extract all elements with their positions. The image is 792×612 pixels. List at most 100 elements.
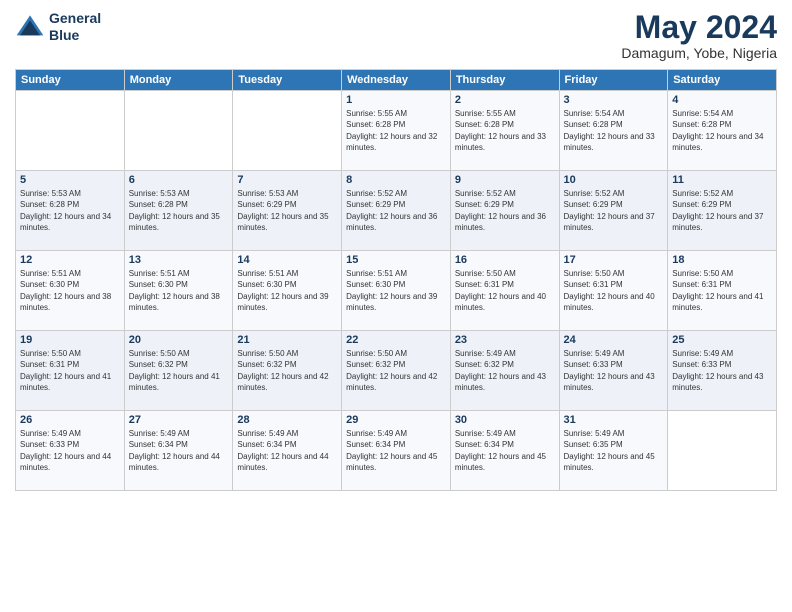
logo-line1: General bbox=[49, 10, 101, 27]
header-row: SundayMondayTuesdayWednesdayThursdayFrid… bbox=[16, 70, 777, 91]
day-number: 7 bbox=[237, 174, 337, 186]
calendar-body: 1 Sunrise: 5:55 AMSunset: 6:28 PMDaylight… bbox=[16, 91, 777, 491]
day-number: 14 bbox=[237, 254, 337, 266]
day-number: 19 bbox=[20, 334, 120, 346]
week-row-5: 26 Sunrise: 5:49 AMSunset: 6:33 PMDayligh… bbox=[16, 411, 777, 491]
calendar: SundayMondayTuesdayWednesdayThursdayFrid… bbox=[15, 69, 777, 491]
day-number: 22 bbox=[346, 334, 446, 346]
header: General Blue May 2024 Damagum, Yobe, Nig… bbox=[15, 10, 777, 61]
cell-info: Sunrise: 5:50 AMSunset: 6:31 PMDaylight:… bbox=[20, 348, 120, 393]
day-number: 1 bbox=[346, 94, 446, 106]
cell-info: Sunrise: 5:55 AMSunset: 6:28 PMDaylight:… bbox=[346, 108, 446, 153]
day-cell: 1 Sunrise: 5:55 AMSunset: 6:28 PMDaylight… bbox=[342, 91, 451, 171]
day-cell: 14 Sunrise: 5:51 AMSunset: 6:30 PMDayligh… bbox=[233, 251, 342, 331]
day-number: 3 bbox=[564, 94, 664, 106]
cell-info: Sunrise: 5:49 AMSunset: 6:34 PMDaylight:… bbox=[346, 428, 446, 473]
day-number: 21 bbox=[237, 334, 337, 346]
day-cell: 27 Sunrise: 5:49 AMSunset: 6:34 PMDayligh… bbox=[124, 411, 233, 491]
cell-info: Sunrise: 5:53 AMSunset: 6:28 PMDaylight:… bbox=[20, 188, 120, 233]
day-number: 29 bbox=[346, 414, 446, 426]
day-number: 26 bbox=[20, 414, 120, 426]
day-number: 9 bbox=[455, 174, 555, 186]
logo-line2: Blue bbox=[49, 27, 101, 44]
title-block: May 2024 Damagum, Yobe, Nigeria bbox=[621, 10, 777, 61]
col-header-wednesday: Wednesday bbox=[342, 70, 451, 91]
day-cell: 4Sunrise: 5:54 AMSunset: 6:28 PMDaylight… bbox=[668, 91, 777, 171]
day-number: 5 bbox=[20, 174, 120, 186]
col-header-saturday: Saturday bbox=[668, 70, 777, 91]
week-row-4: 19 Sunrise: 5:50 AMSunset: 6:31 PMDayligh… bbox=[16, 331, 777, 411]
day-cell: 9 Sunrise: 5:52 AMSunset: 6:29 PMDaylight… bbox=[450, 171, 559, 251]
cell-info: Sunrise: 5:51 AMSunset: 6:30 PMDaylight:… bbox=[20, 268, 120, 313]
day-number: 31 bbox=[564, 414, 664, 426]
cell-info: Sunrise: 5:49 AMSunset: 6:33 PMDaylight:… bbox=[672, 348, 772, 393]
day-number: 18 bbox=[672, 254, 772, 266]
col-header-sunday: Sunday bbox=[16, 70, 125, 91]
cell-info: Sunrise: 5:52 AMSunset: 6:29 PMDaylight:… bbox=[672, 188, 772, 233]
cell-info: Sunrise: 5:52 AMSunset: 6:29 PMDaylight:… bbox=[455, 188, 555, 233]
cell-info: Sunrise: 5:49 AMSunset: 6:33 PMDaylight:… bbox=[20, 428, 120, 473]
cell-info: Sunrise: 5:50 AMSunset: 6:31 PMDaylight:… bbox=[564, 268, 664, 313]
day-cell: 13Sunrise: 5:51 AMSunset: 6:30 PMDayligh… bbox=[124, 251, 233, 331]
day-cell: 11 Sunrise: 5:52 AMSunset: 6:29 PMDayligh… bbox=[668, 171, 777, 251]
day-number: 6 bbox=[129, 174, 229, 186]
day-cell: 8Sunrise: 5:52 AMSunset: 6:29 PMDaylight… bbox=[342, 171, 451, 251]
day-cell: 22 Sunrise: 5:50 AMSunset: 6:32 PMDayligh… bbox=[342, 331, 451, 411]
col-header-monday: Monday bbox=[124, 70, 233, 91]
month-year: May 2024 bbox=[621, 10, 777, 45]
day-cell bbox=[233, 91, 342, 171]
logo-text: General Blue bbox=[49, 10, 101, 44]
cell-info: Sunrise: 5:50 AMSunset: 6:32 PMDaylight:… bbox=[129, 348, 229, 393]
cell-info: Sunrise: 5:52 AMSunset: 6:29 PMDaylight:… bbox=[564, 188, 664, 233]
day-number: 11 bbox=[672, 174, 772, 186]
day-number: 10 bbox=[564, 174, 664, 186]
day-cell: 25 Sunrise: 5:49 AMSunset: 6:33 PMDayligh… bbox=[668, 331, 777, 411]
cell-info: Sunrise: 5:50 AMSunset: 6:31 PMDaylight:… bbox=[672, 268, 772, 313]
week-row-3: 12 Sunrise: 5:51 AMSunset: 6:30 PMDayligh… bbox=[16, 251, 777, 331]
day-cell: 16 Sunrise: 5:50 AMSunset: 6:31 PMDayligh… bbox=[450, 251, 559, 331]
cell-info: Sunrise: 5:51 AMSunset: 6:30 PMDaylight:… bbox=[346, 268, 446, 313]
cell-info: Sunrise: 5:54 AMSunset: 6:28 PMDaylight:… bbox=[564, 108, 664, 153]
day-number: 27 bbox=[129, 414, 229, 426]
day-number: 12 bbox=[20, 254, 120, 266]
day-cell: 24Sunrise: 5:49 AMSunset: 6:33 PMDayligh… bbox=[559, 331, 668, 411]
week-row-1: 1 Sunrise: 5:55 AMSunset: 6:28 PMDaylight… bbox=[16, 91, 777, 171]
week-row-2: 5 Sunrise: 5:53 AMSunset: 6:28 PMDaylight… bbox=[16, 171, 777, 251]
day-cell: 19 Sunrise: 5:50 AMSunset: 6:31 PMDayligh… bbox=[16, 331, 125, 411]
day-cell bbox=[668, 411, 777, 491]
page: General Blue May 2024 Damagum, Yobe, Nig… bbox=[0, 0, 792, 612]
cell-info: Sunrise: 5:53 AMSunset: 6:29 PMDaylight:… bbox=[237, 188, 337, 233]
day-cell: 23 Sunrise: 5:49 AMSunset: 6:32 PMDayligh… bbox=[450, 331, 559, 411]
cell-info: Sunrise: 5:49 AMSunset: 6:34 PMDaylight:… bbox=[129, 428, 229, 473]
day-number: 30 bbox=[455, 414, 555, 426]
day-cell: 31 Sunrise: 5:49 AMSunset: 6:35 PMDayligh… bbox=[559, 411, 668, 491]
day-number: 23 bbox=[455, 334, 555, 346]
day-cell: 21Sunrise: 5:50 AMSunset: 6:32 PMDayligh… bbox=[233, 331, 342, 411]
day-number: 25 bbox=[672, 334, 772, 346]
day-cell bbox=[124, 91, 233, 171]
day-number: 2 bbox=[455, 94, 555, 106]
day-cell bbox=[16, 91, 125, 171]
cell-info: Sunrise: 5:55 AMSunset: 6:28 PMDaylight:… bbox=[455, 108, 555, 153]
cell-info: Sunrise: 5:50 AMSunset: 6:32 PMDaylight:… bbox=[346, 348, 446, 393]
location: Damagum, Yobe, Nigeria bbox=[621, 45, 777, 61]
cell-info: Sunrise: 5:49 AMSunset: 6:34 PMDaylight:… bbox=[237, 428, 337, 473]
day-number: 20 bbox=[129, 334, 229, 346]
day-number: 8 bbox=[346, 174, 446, 186]
cell-info: Sunrise: 5:49 AMSunset: 6:34 PMDaylight:… bbox=[455, 428, 555, 473]
day-cell: 20 Sunrise: 5:50 AMSunset: 6:32 PMDayligh… bbox=[124, 331, 233, 411]
col-header-friday: Friday bbox=[559, 70, 668, 91]
day-cell: 17Sunrise: 5:50 AMSunset: 6:31 PMDayligh… bbox=[559, 251, 668, 331]
day-number: 28 bbox=[237, 414, 337, 426]
cell-info: Sunrise: 5:49 AMSunset: 6:35 PMDaylight:… bbox=[564, 428, 664, 473]
col-header-thursday: Thursday bbox=[450, 70, 559, 91]
day-cell: 26 Sunrise: 5:49 AMSunset: 6:33 PMDayligh… bbox=[16, 411, 125, 491]
cell-info: Sunrise: 5:50 AMSunset: 6:31 PMDaylight:… bbox=[455, 268, 555, 313]
day-cell: 2 Sunrise: 5:55 AMSunset: 6:28 PMDaylight… bbox=[450, 91, 559, 171]
cell-info: Sunrise: 5:51 AMSunset: 6:30 PMDaylight:… bbox=[237, 268, 337, 313]
day-number: 13 bbox=[129, 254, 229, 266]
day-number: 16 bbox=[455, 254, 555, 266]
day-cell: 7 Sunrise: 5:53 AMSunset: 6:29 PMDaylight… bbox=[233, 171, 342, 251]
col-header-tuesday: Tuesday bbox=[233, 70, 342, 91]
cell-info: Sunrise: 5:49 AMSunset: 6:32 PMDaylight:… bbox=[455, 348, 555, 393]
